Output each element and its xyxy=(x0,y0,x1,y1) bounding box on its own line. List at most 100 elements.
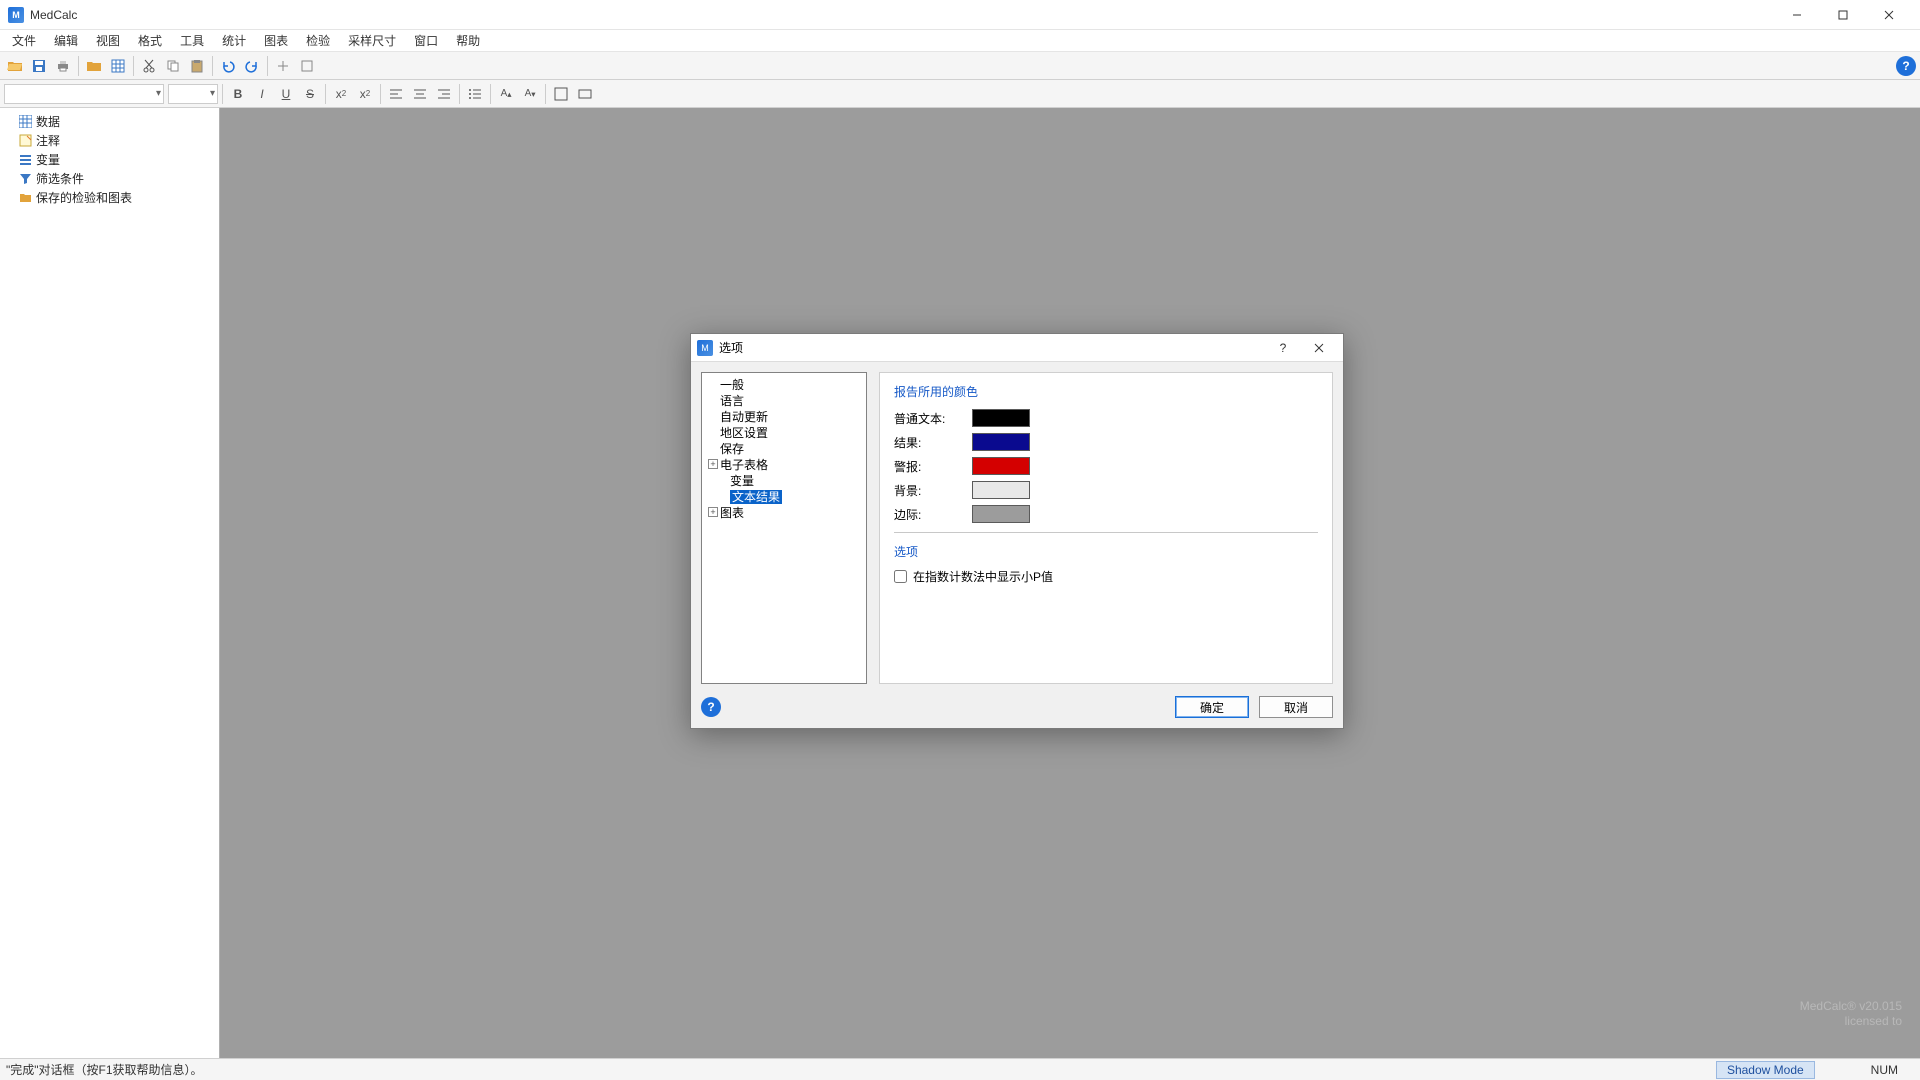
tree-label: 数据 xyxy=(36,113,60,130)
redo-icon[interactable] xyxy=(241,55,263,77)
color-swatch-normal[interactable] xyxy=(972,409,1030,427)
align-left-icon[interactable] xyxy=(385,83,407,105)
dlg-tree-save[interactable]: 保存 xyxy=(704,441,864,457)
insert-object-icon[interactable] xyxy=(574,83,596,105)
subscript-icon[interactable]: x2 xyxy=(330,83,352,105)
spreadsheet-icon[interactable] xyxy=(107,55,129,77)
menu-format[interactable]: 格式 xyxy=(130,30,170,51)
filter-icon xyxy=(18,172,32,186)
paste-icon[interactable] xyxy=(186,55,208,77)
menu-sample[interactable]: 采样尺寸 xyxy=(340,30,404,51)
side-panel: 数据 注释 变量 筛选条件 保存的检验和图表 xyxy=(0,108,220,1058)
color-swatch-margin[interactable] xyxy=(972,505,1030,523)
recalc-icon[interactable] xyxy=(272,55,294,77)
color-row-results: 结果: xyxy=(894,430,1318,454)
status-mode: Shadow Mode xyxy=(1716,1061,1815,1079)
dlg-tree-region[interactable]: 地区设置 xyxy=(704,425,864,441)
superscript-icon[interactable]: x2 xyxy=(354,83,376,105)
checkbox-small-p[interactable]: 在指数计数法中显示小P值 xyxy=(894,566,1318,585)
menu-file[interactable]: 文件 xyxy=(4,30,44,51)
font-family-combo[interactable]: ▾ xyxy=(4,84,164,104)
options-dialog: M 选项 ? 一般 语言 自动更新 地区设置 保存 +电子表格 变量 文本结果 … xyxy=(690,333,1344,729)
menu-charts[interactable]: 图表 xyxy=(256,30,296,51)
dlg-tree-spreadsheet[interactable]: +电子表格 xyxy=(704,457,864,473)
status-hint: "完成"对话框（按F1获取帮助信息）。 xyxy=(6,1061,203,1078)
dlg-tree-language[interactable]: 语言 xyxy=(704,393,864,409)
font-size-combo[interactable]: ▾ xyxy=(168,84,218,104)
cancel-button[interactable]: 取消 xyxy=(1259,696,1333,718)
color-swatch-results[interactable] xyxy=(972,433,1030,451)
dialog-title-text: 选项 xyxy=(719,339,743,356)
tree-item-vars[interactable]: 变量 xyxy=(2,150,217,169)
titlebar: M MedCalc xyxy=(0,0,1920,30)
minimize-button[interactable] xyxy=(1774,0,1820,30)
underline-icon[interactable]: U xyxy=(275,83,297,105)
print-icon[interactable] xyxy=(52,55,74,77)
expand-icon[interactable]: + xyxy=(708,459,718,469)
menu-edit[interactable]: 编辑 xyxy=(46,30,86,51)
divider xyxy=(894,532,1318,533)
recalc2-icon[interactable] xyxy=(296,55,318,77)
checkbox-small-p-label: 在指数计数法中显示小P值 xyxy=(913,568,1053,585)
font-increase-icon[interactable]: A▴ xyxy=(495,83,517,105)
bold-icon[interactable]: B xyxy=(227,83,249,105)
status-bar: "完成"对话框（按F1获取帮助信息）。 Shadow Mode NUM xyxy=(0,1058,1920,1080)
ok-button[interactable]: 确定 xyxy=(1175,696,1249,718)
open-icon[interactable] xyxy=(4,55,26,77)
dialog-content-panel: 报告所用的颜色 普通文本: 结果: 警报: 背景: 边际: 选项 在指数计数法中… xyxy=(879,372,1333,684)
dlg-tree-text-results[interactable]: 文本结果 xyxy=(704,489,864,505)
strike-icon[interactable]: S xyxy=(299,83,321,105)
menu-window[interactable]: 窗口 xyxy=(406,30,446,51)
tree-label: 保存的检验和图表 xyxy=(36,189,132,206)
tree-item-data[interactable]: 数据 xyxy=(2,112,217,131)
tree-item-filter[interactable]: 筛选条件 xyxy=(2,169,217,188)
align-right-icon[interactable] xyxy=(433,83,455,105)
dlg-tree-charts[interactable]: +图表 xyxy=(704,505,864,521)
status-num: NUM xyxy=(1855,1063,1914,1077)
color-swatch-bg[interactable] xyxy=(972,481,1030,499)
dialog-help-button[interactable]: ? xyxy=(1265,335,1301,361)
tree-label: 注释 xyxy=(36,132,60,149)
color-swatch-alert[interactable] xyxy=(972,457,1030,475)
help-icon[interactable]: ? xyxy=(1896,56,1916,76)
tree-item-saved[interactable]: 保存的检验和图表 xyxy=(2,188,217,207)
tree-label: 变量 xyxy=(36,151,60,168)
close-button[interactable] xyxy=(1866,0,1912,30)
save-icon[interactable] xyxy=(28,55,50,77)
open-folder-icon[interactable] xyxy=(83,55,105,77)
color-row-normal: 普通文本: xyxy=(894,406,1318,430)
dialog-category-tree[interactable]: 一般 语言 自动更新 地区设置 保存 +电子表格 变量 文本结果 +图表 xyxy=(701,372,867,684)
app-icon: M xyxy=(8,7,24,23)
menu-tests[interactable]: 检验 xyxy=(298,30,338,51)
dlg-tree-general[interactable]: 一般 xyxy=(704,377,864,393)
menu-stats[interactable]: 统计 xyxy=(214,30,254,51)
copy-icon[interactable] xyxy=(162,55,184,77)
menu-view[interactable]: 视图 xyxy=(88,30,128,51)
italic-icon[interactable]: I xyxy=(251,83,273,105)
dialog-close-button[interactable] xyxy=(1301,335,1337,361)
font-decrease-icon[interactable]: A▾ xyxy=(519,83,541,105)
color-row-bg: 背景: xyxy=(894,478,1318,502)
format-toolbar: ▾ ▾ B I U S x2 x2 A▴ A▾ xyxy=(0,80,1920,108)
expand-icon[interactable]: + xyxy=(708,507,718,517)
checkbox-small-p-input[interactable] xyxy=(894,570,907,583)
dialog-help-round[interactable]: ? xyxy=(701,697,721,717)
folder-icon xyxy=(18,191,32,205)
dlg-tree-autoupdate[interactable]: 自动更新 xyxy=(704,409,864,425)
dialog-footer: ? 确定 取消 xyxy=(691,690,1343,728)
insert-table-icon[interactable] xyxy=(550,83,572,105)
dlg-tree-variables[interactable]: 变量 xyxy=(704,473,864,489)
app-title: MedCalc xyxy=(30,8,77,22)
dialog-app-icon: M xyxy=(697,340,713,356)
grid-icon xyxy=(18,115,32,129)
color-row-alert: 警报: xyxy=(894,454,1318,478)
tree-item-notes[interactable]: 注释 xyxy=(2,131,217,150)
menu-help[interactable]: 帮助 xyxy=(448,30,488,51)
maximize-button[interactable] xyxy=(1820,0,1866,30)
align-center-icon[interactable] xyxy=(409,83,431,105)
cut-icon[interactable] xyxy=(138,55,160,77)
menu-tools[interactable]: 工具 xyxy=(172,30,212,51)
note-icon xyxy=(18,134,32,148)
undo-icon[interactable] xyxy=(217,55,239,77)
list-icon[interactable] xyxy=(464,83,486,105)
